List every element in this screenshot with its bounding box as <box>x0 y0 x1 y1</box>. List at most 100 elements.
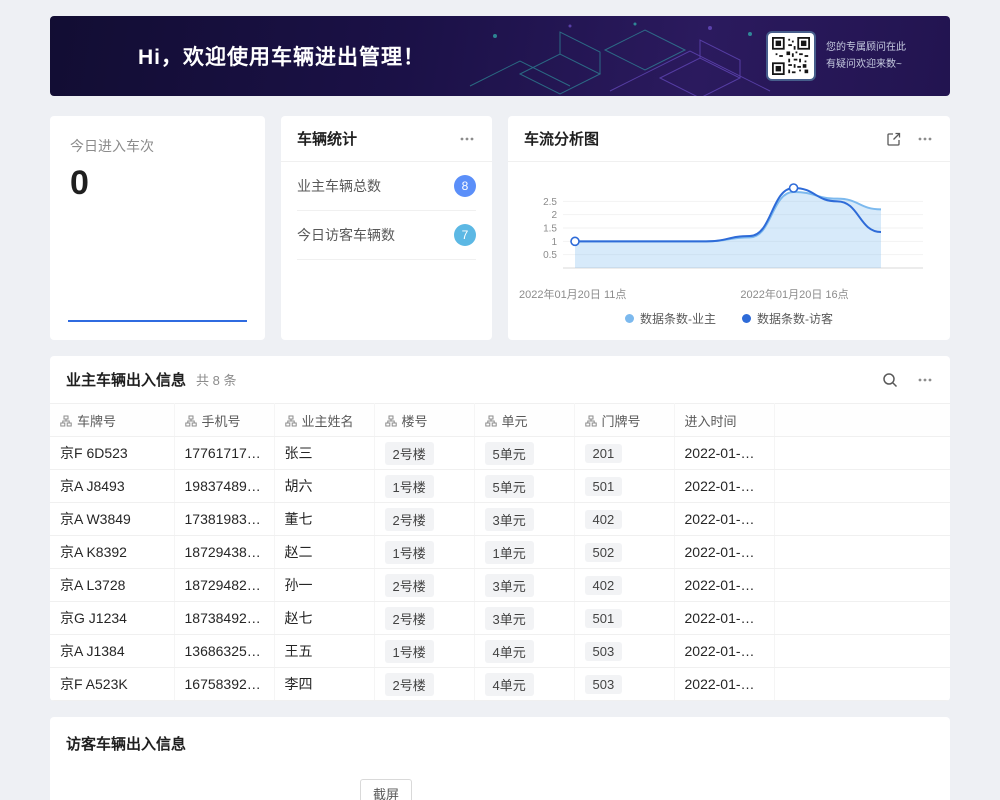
column-header[interactable]: 业主姓名 <box>274 404 374 437</box>
table-cell: 4单元 <box>474 668 574 701</box>
more-icon[interactable] <box>916 371 934 389</box>
cell-tag: 2号楼 <box>385 574 434 597</box>
field-type-icon <box>485 415 497 427</box>
table-row[interactable]: 京F A523K16758392…李四2号楼4单元5032022-01-… <box>50 668 950 701</box>
owner-table-title: 业主车辆出入信息 <box>66 369 186 390</box>
table-cell: 李四 <box>274 668 374 701</box>
cell-tag: 201 <box>585 444 623 463</box>
table-cell: 2022-01-… <box>674 437 774 470</box>
cell-tag: 2号楼 <box>385 442 434 465</box>
cell-tag: 5单元 <box>485 475 534 498</box>
owner-vehicles-card: 业主车辆出入信息 共 8 条 车牌号 手机号 业主姓名楼号单元门牌号进入时间 京F … <box>50 356 950 701</box>
column-header[interactable]: 单元 <box>474 404 574 437</box>
filler-cell <box>774 536 950 569</box>
table-cell: 2号楼 <box>374 437 474 470</box>
field-type-icon <box>585 415 597 427</box>
table-cell: 2号楼 <box>374 668 474 701</box>
today-accent-bar <box>68 320 247 322</box>
table-row[interactable]: 京A J138413686325…王五1号楼4单元5032022-01-… <box>50 635 950 668</box>
table-cell: 3单元 <box>474 503 574 536</box>
cell-tag: 402 <box>585 576 623 595</box>
table-cell: 1号楼 <box>374 536 474 569</box>
table-row[interactable]: 京F 6D52317761717…张三2号楼5单元2012022-01-… <box>50 437 950 470</box>
svg-text:1: 1 <box>551 237 557 248</box>
stat-row-owner-total: 业主车辆总数 8 <box>297 162 476 211</box>
legend-dot <box>625 314 634 323</box>
legend-label: 数据条数-业主 <box>640 310 716 327</box>
table-cell: 胡六 <box>274 470 374 503</box>
table-cell: 1号楼 <box>374 635 474 668</box>
table-row[interactable]: 京A L372818729482…孙一2号楼3单元4022022-01-… <box>50 569 950 602</box>
legend-item[interactable]: 数据条数-业主 <box>625 310 716 327</box>
table-cell: 京A J1384 <box>50 635 174 668</box>
x-axis-label: 2022年01月20日 16点 <box>740 286 848 302</box>
table-row[interactable]: 京A K839218729438…赵二1号楼1单元5022022-01-… <box>50 536 950 569</box>
table-cell: 张三 <box>274 437 374 470</box>
search-icon[interactable] <box>882 372 898 388</box>
cell-tag: 503 <box>585 642 623 661</box>
table-cell: 2号楼 <box>374 602 474 635</box>
dashboard-page: Hi，欢迎使用车辆进出管理！ <box>0 0 1000 800</box>
table-cell: 503 <box>574 668 674 701</box>
table-row[interactable]: 京A J849319837489…胡六1号楼5单元5012022-01-… <box>50 470 950 503</box>
owner-table-title-row: 业主车辆出入信息 共 8 条 <box>50 356 950 403</box>
cell-tag: 2号楼 <box>385 673 434 696</box>
column-header[interactable]: 门牌号 <box>574 404 674 437</box>
filler-cell <box>774 437 950 470</box>
table-cell: 16758392… <box>174 668 274 701</box>
column-header[interactable]: 手机号 <box>174 404 274 437</box>
column-header-label: 手机号 <box>202 414 241 429</box>
table-cell: 2022-01-… <box>674 569 774 602</box>
table-cell: 1号楼 <box>374 470 474 503</box>
more-icon[interactable] <box>916 130 934 148</box>
qr-caption-line2: 有疑问欢迎来数~ <box>826 56 906 73</box>
chart-x-labels: 2022年01月20日 11点2022年01月20日 16点 <box>526 284 932 302</box>
filler-cell <box>774 569 950 602</box>
visitor-vehicles-card: 访客车辆出入信息 截屏 <box>50 717 950 800</box>
data-point-marker <box>571 237 579 245</box>
cell-tag: 402 <box>585 510 623 529</box>
traffic-chart-title: 车流分析图 <box>524 128 599 149</box>
field-type-icon <box>185 415 197 427</box>
svg-text:0.5: 0.5 <box>543 250 557 261</box>
table-cell: 501 <box>574 602 674 635</box>
screenshot-button[interactable]: 截屏 <box>360 779 412 800</box>
column-header[interactable]: 车牌号 <box>50 404 174 437</box>
table-cell: 2022-01-… <box>674 503 774 536</box>
cell-tag: 3单元 <box>485 607 534 630</box>
legend-item[interactable]: 数据条数-访客 <box>742 310 833 327</box>
table-row[interactable]: 京G J123418738492…赵七2号楼3单元5012022-01-… <box>50 602 950 635</box>
owner-table-header-row: 车牌号 手机号 业主姓名楼号单元门牌号进入时间 <box>50 404 950 437</box>
chart-legend: 数据条数-业主 数据条数-访客 <box>508 302 950 327</box>
table-cell: 赵二 <box>274 536 374 569</box>
table-cell: 京F 6D523 <box>50 437 174 470</box>
today-entries-card: 今日进入车次 0 <box>50 116 265 340</box>
table-cell: 2022-01-… <box>674 470 774 503</box>
filler-column <box>774 404 950 437</box>
visitor-table-title: 访客车辆出入信息 <box>66 733 934 754</box>
export-icon[interactable] <box>886 131 902 147</box>
cell-tag: 5单元 <box>485 442 534 465</box>
welcome-banner: Hi，欢迎使用车辆进出管理！ <box>50 16 950 96</box>
more-icon[interactable] <box>458 130 476 148</box>
table-cell: 京G J1234 <box>50 602 174 635</box>
table-row[interactable]: 京A W384917381983…董七2号楼3单元4022022-01-… <box>50 503 950 536</box>
table-cell: 501 <box>574 470 674 503</box>
table-cell: 18729482… <box>174 569 274 602</box>
table-cell: 18729438… <box>174 536 274 569</box>
cell-tag: 501 <box>585 477 623 496</box>
owner-table-count: 共 8 条 <box>196 370 236 389</box>
table-cell: 2022-01-… <box>674 602 774 635</box>
traffic-chart: 0.511.522.5 <box>526 172 932 284</box>
field-type-icon <box>285 415 297 427</box>
column-header[interactable]: 进入时间 <box>674 404 774 437</box>
column-header[interactable]: 楼号 <box>374 404 474 437</box>
table-cell: 2号楼 <box>374 503 474 536</box>
cell-tag: 4单元 <box>485 673 534 696</box>
cell-tag: 3单元 <box>485 508 534 531</box>
filler-cell <box>774 635 950 668</box>
qr-caption: 您的专属顾问在此 有疑问欢迎来数~ <box>826 39 906 73</box>
table-cell: 2022-01-… <box>674 635 774 668</box>
stat-badge-owner-total: 8 <box>454 175 476 197</box>
table-cell: 4单元 <box>474 635 574 668</box>
